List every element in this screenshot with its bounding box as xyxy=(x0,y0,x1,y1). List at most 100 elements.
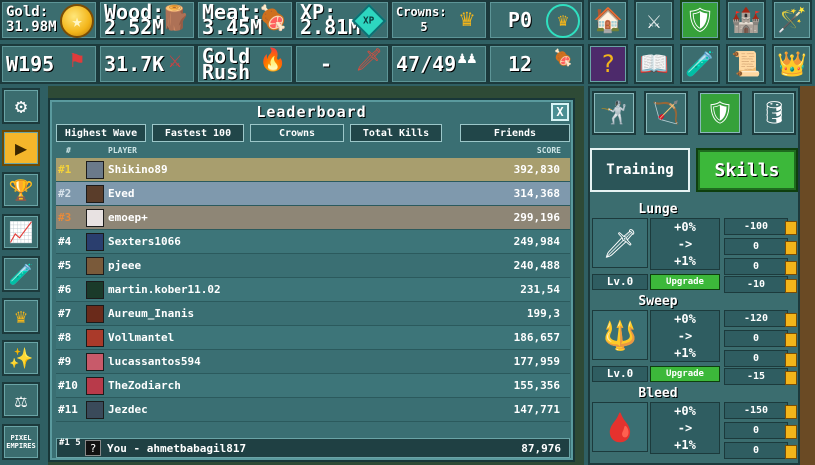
magic-wand-button[interactable]: 🪄 xyxy=(772,0,812,40)
avatar xyxy=(86,209,104,227)
gold-label: Gold: xyxy=(6,4,49,20)
skill-lunge: Lunge 🗡 +0% -> +1% -100 0 0 -10 Lv.0 Upgra… xyxy=(592,202,797,293)
rank: #7 xyxy=(58,307,72,320)
crowns-label: Crowns: xyxy=(396,5,447,19)
potion-button[interactable]: 🧪 xyxy=(680,44,720,84)
cost-wood: 0 xyxy=(724,238,797,255)
player-name: martin.kober11.02 xyxy=(108,283,221,296)
rank: #8 xyxy=(58,331,72,344)
player-name: TheZodiarch xyxy=(108,379,181,392)
table-row[interactable]: #3 emoep+ 299,196 xyxy=(56,206,570,230)
army-value: 47/49 xyxy=(396,51,457,76)
barrel-unit-button[interactable]: 🛢 xyxy=(752,91,796,135)
settings-gear-icon[interactable]: ⚙ xyxy=(2,88,40,124)
player-name: Vollmantel xyxy=(108,331,175,344)
wood-value: 2.52M xyxy=(104,15,165,39)
table-row[interactable]: #1 Shikino89 392,830 xyxy=(56,158,570,182)
table-row[interactable]: #6 martin.kober11.02 231,54 xyxy=(56,278,570,302)
table-row[interactable]: #5 pjeee 240,488 xyxy=(56,254,570,278)
cost-meat: 0 xyxy=(724,442,797,459)
rank: #5 xyxy=(58,259,72,272)
player-name: Aureum_Inanis xyxy=(108,307,195,320)
soldiers-icon: ♟♟ xyxy=(457,48,477,67)
crossed-swords-icon: ⚔ xyxy=(168,48,182,73)
sparkle-icon[interactable]: ✨ xyxy=(2,340,40,376)
score: 177,959 xyxy=(513,355,560,368)
cost-gold: -100 xyxy=(724,218,797,235)
table-row[interactable]: #2 Eved 314,368 xyxy=(56,182,570,206)
player-name: lucassantos594 xyxy=(108,355,201,368)
scales-icon[interactable]: ⚖ xyxy=(2,382,40,418)
potion-bag-icon[interactable]: 🧪 xyxy=(2,256,40,292)
table-row[interactable]: #8 Vollmantel 186,657 xyxy=(56,326,570,350)
sword-icon: 🗡 xyxy=(355,48,383,73)
scroll-button[interactable]: 📜 xyxy=(726,44,766,84)
player-name: pjeee xyxy=(108,259,142,272)
leaderboard-panel: Leaderboard X Highest Wave Fastest 100 C… xyxy=(48,98,575,462)
mystery-button[interactable]: ? xyxy=(588,44,628,84)
castle-button[interactable]: 🏠 xyxy=(588,0,628,40)
training-button[interactable]: Training xyxy=(590,148,690,192)
current-player-row[interactable]: #1 5 ? You - ahmetbabagil817 87,976 xyxy=(56,438,570,458)
wood-counter: Wood: 2.52M 🪵 xyxy=(98,0,196,40)
prestige-crown-icon: ♛ xyxy=(546,4,580,38)
book-button[interactable]: 📖 xyxy=(634,44,674,84)
tab-highest-wave[interactable]: Highest Wave xyxy=(56,124,146,142)
your-rank: #1 5 xyxy=(59,438,81,448)
upgrade-button[interactable]: Upgrade xyxy=(650,274,720,290)
archer-unit-button[interactable]: 🏹 xyxy=(644,91,688,135)
crown-icon: ♛ xyxy=(459,4,475,32)
army-counter: 47/49 ♟♟ xyxy=(390,44,488,84)
your-score: 87,976 xyxy=(521,442,561,455)
tab-total-kills[interactable]: Total Kills xyxy=(350,124,442,142)
battle-button[interactable]: ⚔ xyxy=(634,0,674,40)
table-row[interactable]: #11 Jezdec 147,771 xyxy=(56,398,570,422)
close-icon[interactable]: X xyxy=(551,103,569,121)
table-row[interactable]: #7 Aureum_Inanis 199,3 xyxy=(56,302,570,326)
upgrade-button[interactable]: Upgrade xyxy=(650,366,720,382)
gold-value: 31.98M xyxy=(6,19,57,35)
score: 199,3 xyxy=(526,307,560,320)
player-name: Shikino89 xyxy=(108,163,168,176)
score: 314,368 xyxy=(513,187,560,200)
gold-rush-button[interactable]: Gold Rush 🔥 xyxy=(196,44,294,84)
skill-effect: +0% -> +1% xyxy=(650,402,720,454)
trophy-icon[interactable]: 🏆 xyxy=(2,172,40,208)
tab-crowns[interactable]: Crowns xyxy=(250,124,344,142)
skill-title: Bleed xyxy=(638,386,678,401)
xp-value: 2.81M xyxy=(300,15,361,39)
table-row[interactable]: #4 Sexters1066 249,984 xyxy=(56,230,570,254)
tower-button[interactable]: 🏰 xyxy=(726,0,766,40)
prestige-counter[interactable]: P0 ♛ xyxy=(488,0,584,40)
score: 299,196 xyxy=(513,211,560,224)
play-button[interactable]: ▶ xyxy=(2,130,40,166)
cost-xp: -10 xyxy=(724,276,797,293)
knight-unit-button[interactable]: 🛡 xyxy=(698,91,742,135)
unit-panel: 🤺 🏹 🛡 🛢 Training Skills Lunge 🗡 +0% -> +1%… xyxy=(588,86,800,465)
rank: #3 xyxy=(58,211,72,224)
header-score: SCORE xyxy=(536,146,561,155)
crown-sidebar-icon[interactable]: ♛ xyxy=(2,298,40,334)
skills-button[interactable]: Skills xyxy=(696,148,798,192)
shop-button[interactable]: 👑 xyxy=(772,44,812,84)
cost-gold: -150 xyxy=(724,402,797,419)
player-name: Eved xyxy=(108,187,135,200)
table-row[interactable]: #9 lucassantos594 177,959 xyxy=(56,350,570,374)
cost-meat: 0 xyxy=(724,258,797,275)
skill-effect: +0% -> +1% xyxy=(650,310,720,362)
stats-chart-icon[interactable]: 📈 xyxy=(2,214,40,250)
score: 240,488 xyxy=(513,259,560,272)
pixel-empires-logo: PIXEL EMPIRES xyxy=(2,424,40,460)
avatar xyxy=(86,401,104,419)
tab-fastest-100[interactable]: Fastest 100 xyxy=(152,124,244,142)
avatar xyxy=(86,281,104,299)
skill-level: Lv.0 xyxy=(592,366,648,382)
cost-wood: 0 xyxy=(724,330,797,347)
rank: #2 xyxy=(58,187,72,200)
table-row[interactable]: #10 TheZodiarch 155,356 xyxy=(56,374,570,398)
knight-button[interactable]: 🛡 xyxy=(680,0,720,40)
weapon-slot[interactable]: - 🗡 xyxy=(294,44,390,84)
tab-friends[interactable]: Friends xyxy=(460,124,570,142)
swordsman-unit-button[interactable]: 🤺 xyxy=(592,91,636,135)
skill-effect: +0% -> +1% xyxy=(650,218,720,270)
